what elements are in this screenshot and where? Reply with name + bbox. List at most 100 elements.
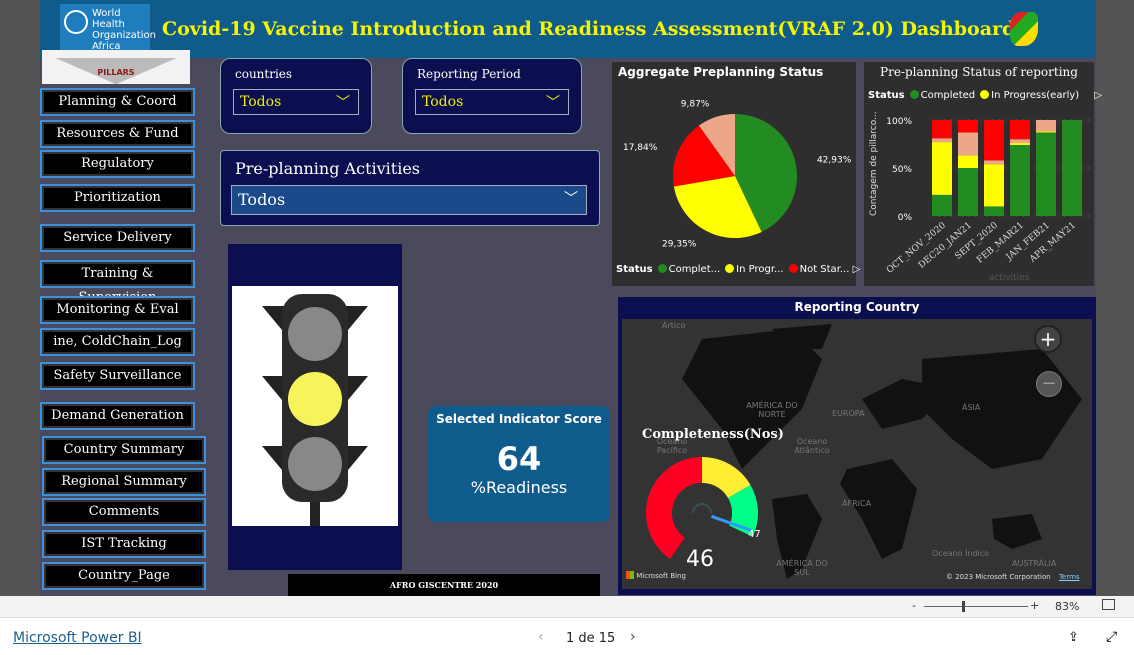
countries-slicer: countries Todos ﹀ [220, 58, 372, 134]
zoom-slider[interactable] [924, 601, 1028, 612]
indicator-score-card: Selected Indicator Score 64 %Readiness [428, 406, 610, 522]
zoom-minus-button[interactable]: - [912, 599, 916, 612]
bar-segment[interactable] [932, 142, 952, 195]
who-logo: World Health Organization Africa [60, 4, 156, 52]
bing-logo: Microsoft Bing [626, 571, 686, 580]
nav-button[interactable]: Training & Supervision [40, 260, 195, 305]
y-tick-label: 100% [886, 117, 912, 127]
bar-segment[interactable] [958, 120, 978, 133]
traffic-light-panel [228, 244, 402, 570]
bar-segment[interactable] [1036, 132, 1056, 216]
bar-segment[interactable] [984, 164, 1004, 207]
zoom-plus-button[interactable]: + [1030, 599, 1039, 612]
chevron-down-icon: ﹀ [336, 95, 350, 111]
bar-segment[interactable] [1010, 143, 1030, 145]
fullscreen-icon[interactable]: ⤢ [1106, 629, 1117, 645]
nav-button[interactable]: Country_Page [42, 562, 206, 590]
bar-segment[interactable] [984, 206, 1004, 216]
pie-data-label: 9,87% [681, 100, 710, 110]
footer: - + 83% Microsoft Power BI ‹ 1 de 15 › ⇪… [0, 596, 1134, 655]
map-label: AUSTRÁLIA [1012, 559, 1057, 568]
pie-data-label: 17,84% [623, 143, 658, 153]
page-indicator: 1 de 15 [566, 631, 616, 646]
nav-button[interactable]: IST Tracking [42, 530, 206, 558]
bar-segment[interactable] [1036, 131, 1056, 133]
activities-dropdown[interactable]: Todos ﹀ [231, 185, 587, 215]
bar-segment[interactable] [984, 120, 1004, 161]
nav-button[interactable]: Monitoring & Eval [40, 296, 195, 324]
period-slicer: Reporting Period Todos ﹀ [402, 58, 582, 134]
gauge-title: Completeness(Nos) [642, 427, 784, 442]
nav-button[interactable]: Prioritization [40, 184, 195, 212]
map-label: ÁFRICA [842, 499, 872, 508]
completeness-gauge [646, 457, 758, 559]
prev-page-button[interactable]: ‹ [538, 629, 544, 645]
bar-segment[interactable] [984, 160, 1004, 165]
terms-link[interactable]: Terms [1059, 573, 1080, 581]
nav-button[interactable]: Safety Surveillance [40, 362, 195, 390]
nav-button[interactable]: Comments [42, 498, 206, 526]
zoom-level: 83% [1055, 600, 1080, 613]
gauge-max-label: 47 [748, 529, 761, 540]
pie-data-label: 29,35% [662, 239, 697, 249]
copyright: © 2023 Microsoft Corporation Terms [946, 573, 1080, 581]
x-axis-label: activities [989, 273, 1030, 283]
nav-button[interactable]: Service Delivery [40, 224, 195, 252]
report-canvas: World Health Organization Africa Covid-19 … [40, 0, 1102, 596]
legend-next-icon[interactable]: ▷ [853, 264, 861, 275]
bar-segment[interactable] [932, 194, 952, 216]
bar-segment[interactable] [958, 132, 978, 156]
zoom-bar: - + 83% [0, 596, 1134, 618]
activities-slicer: Pre-planning Activities Todos ﹀ [220, 150, 600, 226]
bar-segment[interactable] [932, 138, 952, 143]
next-page-button[interactable]: › [630, 629, 636, 645]
bar-segment[interactable] [1062, 120, 1082, 216]
map-label: EUROPA [832, 409, 865, 418]
legend-next-icon[interactable]: ▷ [1094, 90, 1102, 101]
traffic-light-icon [262, 294, 368, 526]
chevron-down-icon: ﹀ [564, 191, 578, 207]
gauge-value: 46 [686, 547, 714, 572]
pie-legend: Status Complet... In Progr... Not Star... ▷ [616, 264, 861, 275]
zoom-out-button[interactable]: − [1036, 371, 1062, 397]
x-tick-label: APR_MAY21 [1027, 221, 1078, 266]
africa-flag-icon [1010, 12, 1038, 46]
map-label: AMÉRICA DO NORTE [746, 401, 798, 419]
nav-button[interactable]: Resources & Fund [40, 120, 195, 148]
bar-segment[interactable] [1010, 144, 1030, 216]
y-axis-label: Contagem de pillarco... [869, 111, 879, 216]
page-title: Covid-19 Vaccine Introduction and Readin… [162, 18, 1016, 40]
pillars-image: PILLARS [42, 50, 190, 84]
bar-segment[interactable] [1010, 120, 1030, 140]
map[interactable]: Ártico AMÉRICA DO NORTE EUROPA ÁSIA Oceano P… [622, 319, 1092, 589]
power-bi-link[interactable]: Microsoft Power BI [13, 630, 142, 646]
chevron-down-icon: ﹀ [546, 95, 560, 111]
nav-button[interactable]: Planning & Coord [40, 88, 195, 116]
nav-button[interactable]: ine, ColdChain_Log [40, 328, 195, 356]
countries-dropdown[interactable]: Todos ﹀ [233, 89, 359, 115]
share-icon[interactable]: ⇪ [1068, 630, 1079, 645]
bar-segment[interactable] [1010, 139, 1030, 144]
pie-panel: Aggregate Preplanning Status 42,93% 29,35… [612, 62, 860, 286]
nav-button[interactable]: Demand Generation [40, 402, 195, 430]
zoom-in-button[interactable]: + [1034, 325, 1062, 353]
bar-segment[interactable] [1036, 120, 1056, 132]
map-label: ÁSIA [962, 403, 981, 412]
bar-segment[interactable] [932, 120, 952, 139]
pie-data-label: 42,93% [817, 155, 852, 165]
map-panel: Reporting Country Ártico AMÉRICA DO NORTE… [618, 297, 1096, 595]
period-dropdown[interactable]: Todos ﹀ [415, 89, 569, 115]
bar-legend: Status Completed In Progress(early) ▷ [868, 90, 1103, 101]
y-tick-label: 50% [892, 165, 912, 175]
bar-segment[interactable] [958, 155, 978, 168]
nav-button[interactable]: Regulatory [40, 150, 195, 178]
map-label: Ártico [662, 321, 686, 330]
map-label: Oceano Índico [932, 549, 990, 558]
credit: AFRO GISCENTRE 2020 [288, 574, 600, 596]
bar-segment[interactable] [958, 168, 978, 216]
bar-panel: Pre-planning Status of reporting Status C… [864, 62, 1102, 286]
nav-button[interactable]: Country Summary [42, 436, 206, 464]
nav-button[interactable]: Regional Summary [42, 468, 206, 496]
y-tick-label: 0% [898, 213, 913, 223]
fit-page-icon[interactable] [1102, 599, 1115, 610]
